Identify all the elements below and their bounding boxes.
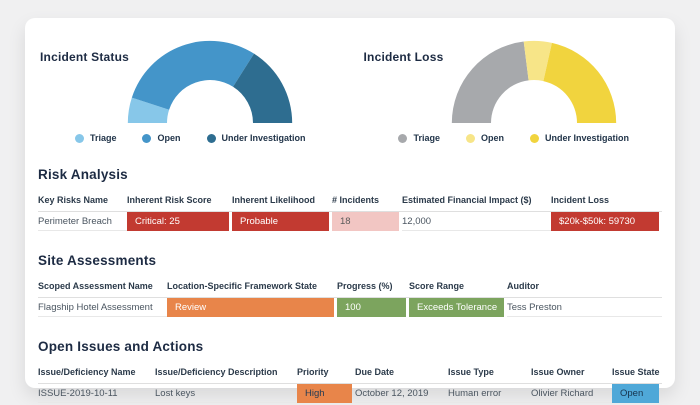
- incident-loss-legend: Triage Open Under Investigation: [392, 133, 663, 143]
- incident-loss-cell[interactable]: $20k-$50k: 59730: [551, 212, 659, 231]
- due-date-cell[interactable]: October 12, 2019: [355, 384, 448, 403]
- legend-label: Open: [157, 133, 181, 143]
- issue-type-cell[interactable]: Human error: [448, 384, 531, 403]
- column-header: Priority: [297, 363, 355, 384]
- legend-label: Under Investigation: [545, 133, 630, 143]
- issue-name-cell[interactable]: ISSUE-2019-10-11: [38, 384, 155, 403]
- financial-impact-cell[interactable]: 12,000: [402, 212, 551, 231]
- column-header: Issue/Deficiency Name: [38, 363, 155, 384]
- risk-name-cell[interactable]: Perimeter Breach: [38, 212, 127, 231]
- under-investigation-legend-dot-icon: [206, 133, 216, 143]
- column-header: Issue Owner: [531, 363, 612, 384]
- legend-item-under-investigation[interactable]: Under Investigation: [206, 133, 306, 143]
- under-investigation-legend-dot-icon: [530, 133, 539, 143]
- column-header: Inherent Likelihood: [232, 191, 332, 212]
- open-issues-title: Open Issues and Actions: [38, 339, 204, 354]
- legend-item-open[interactable]: Open: [465, 133, 504, 143]
- legend-label: Under Investigation: [221, 133, 306, 143]
- inherent-likelihood-cell[interactable]: Probable: [232, 212, 329, 231]
- legend-label: Triage: [89, 133, 117, 143]
- column-header: Scoped Assessment Name: [38, 277, 167, 298]
- donut-segment[interactable]: [131, 40, 255, 110]
- column-header: Issue Type: [448, 363, 531, 384]
- legend-label: Triage: [413, 133, 440, 143]
- risk-analysis-title: Risk Analysis: [38, 167, 128, 182]
- incident-status-donut: [127, 40, 293, 124]
- legend-item-open[interactable]: Open: [142, 133, 181, 143]
- priority-cell[interactable]: High: [297, 384, 352, 403]
- column-header: Key Risks Name: [38, 191, 127, 212]
- incident-status-legend: Triage Open Under Investigation: [68, 133, 339, 143]
- legend-label: Open: [480, 133, 504, 143]
- column-header: Inherent Risk Score: [127, 191, 232, 212]
- site-assessments-section: Site Assessments Scoped Assessment Name …: [38, 253, 662, 317]
- column-header: Incident Loss: [551, 191, 662, 212]
- incident-loss-donut: [451, 40, 616, 124]
- issue-owner-cell[interactable]: Olivier Richard: [531, 384, 612, 403]
- charts-row: Incident Status Triage Open Under Invest…: [38, 32, 662, 143]
- incidents-count-cell[interactable]: 18: [332, 212, 399, 231]
- framework-state-cell[interactable]: Review: [167, 298, 334, 317]
- risk-analysis-section: Risk Analysis Key Risks Name Inherent Ri…: [38, 167, 662, 231]
- column-header: Estimated Financial Impact ($): [402, 191, 551, 212]
- triage-legend-dot-icon: [398, 133, 408, 143]
- incident-loss-chart: Incident Loss Triage Open Under Investig…: [362, 32, 663, 143]
- open-issues-section: Open Issues and Actions Issue/Deficiency…: [38, 339, 662, 403]
- column-header: Due Date: [355, 363, 448, 384]
- donut-segment[interactable]: [451, 41, 529, 124]
- progress-cell[interactable]: 100: [337, 298, 406, 317]
- auditor-cell[interactable]: Tess Preston: [507, 298, 662, 317]
- assessment-name-cell[interactable]: Flagship Hotel Assessment: [38, 298, 167, 317]
- column-header: # Incidents: [332, 191, 402, 212]
- site-assessments-title: Site Assessments: [38, 253, 157, 268]
- issue-description-cell[interactable]: Lost keys: [155, 384, 297, 403]
- column-header: Score Range: [409, 277, 507, 298]
- legend-item-triage[interactable]: Triage: [74, 133, 117, 143]
- legend-item-triage[interactable]: Triage: [398, 133, 440, 143]
- column-header: Progress (%): [337, 277, 409, 298]
- donut-segment[interactable]: [542, 42, 616, 124]
- open-legend-dot-icon: [465, 133, 475, 143]
- incident-status-chart: Incident Status Triage Open Under Invest…: [38, 32, 339, 143]
- column-header: Issue State: [612, 363, 662, 384]
- column-header: Location-Specific Framework State: [167, 277, 337, 298]
- column-header: Auditor: [507, 277, 662, 298]
- open-issues-table: Issue/Deficiency Name Issue/Deficiency D…: [38, 363, 662, 403]
- risk-analysis-table: Key Risks Name Inherent Risk Score Inher…: [38, 191, 662, 231]
- legend-item-under-investigation[interactable]: Under Investigation: [530, 133, 629, 143]
- dashboard-card: Incident Status Triage Open Under Invest…: [25, 18, 675, 403]
- column-header: Issue/Deficiency Description: [155, 363, 297, 384]
- site-assessments-table: Scoped Assessment Name Location-Specific…: [38, 277, 662, 317]
- open-legend-dot-icon: [142, 133, 152, 143]
- score-range-cell[interactable]: Exceeds Tolerance: [409, 298, 504, 317]
- triage-legend-dot-icon: [74, 133, 84, 143]
- inherent-risk-score-cell[interactable]: Critical: 25: [127, 212, 229, 231]
- issue-state-cell[interactable]: Open: [612, 384, 659, 403]
